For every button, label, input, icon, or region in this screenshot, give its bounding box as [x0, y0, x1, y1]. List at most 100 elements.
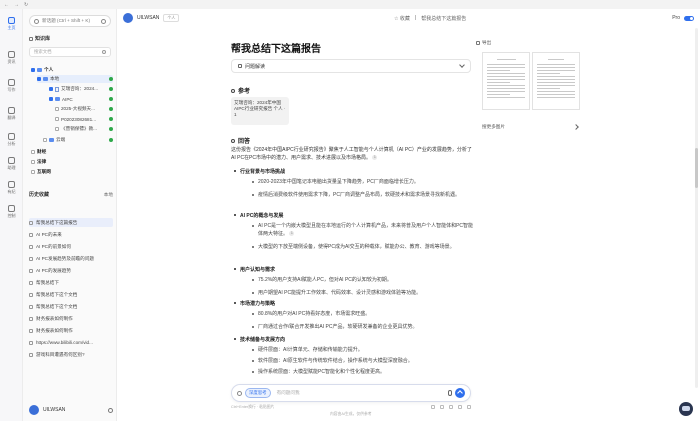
avatar[interactable] [29, 405, 39, 415]
tree-finance[interactable]: 财经 [31, 148, 46, 156]
sync-status-icon [109, 97, 113, 101]
doc-thumbnail[interactable] [482, 52, 530, 110]
tree-local[interactable]: 本地 [37, 75, 113, 83]
section-bullet: 用户期望AI PC能提升工作效率、代码效率、设计灵感和游戏体验等功能。 [252, 289, 473, 297]
section-heading: 用户认知与需求 [233, 267, 276, 273]
history-item[interactable]: AI PC的前景如何 [29, 242, 113, 251]
checkbox[interactable] [31, 68, 35, 72]
checkbox[interactable] [55, 127, 59, 131]
checkbox[interactable] [49, 97, 53, 101]
like-icon[interactable] [449, 405, 453, 409]
tree-doc[interactable]: P02023082681... [55, 115, 113, 123]
section-bullet: 软件层面：AI原生软件与传统软件结合，操作系统与大模型深度融合。 [252, 357, 473, 365]
checkbox[interactable] [55, 107, 59, 111]
tree-cloud[interactable]: 云端 [43, 136, 113, 144]
dislike-icon[interactable] [458, 405, 462, 409]
history-filter[interactable]: 本地 [104, 192, 113, 198]
camera-icon[interactable] [101, 18, 106, 24]
assistant-bot-icon[interactable] [679, 402, 693, 416]
rail-write[interactable]: 写作 [0, 79, 23, 93]
section-heading: 市场潜力与策略 [233, 301, 276, 307]
deep-think-toggle[interactable]: 深度思考 [245, 388, 271, 398]
history-item[interactable]: AI PC发展趋势及前瞻的问题 [29, 254, 113, 263]
control-icon [8, 205, 15, 212]
forward-icon[interactable]: → [14, 2, 19, 8]
scrollbar[interactable] [695, 28, 698, 388]
window-titlebar: ← → ↻ [0, 0, 700, 9]
pro-label: Pro [672, 15, 680, 21]
tree-doc[interactable]: 《营销保镖》教... [55, 125, 113, 133]
pro-toggle[interactable] [684, 15, 694, 21]
history-item[interactable]: 帮我总结下这篇报告 [29, 218, 113, 227]
chat-icon [29, 244, 33, 249]
collect-button[interactable]: ☆ 收藏 [394, 15, 410, 22]
rail-news[interactable]: 资讯 [0, 51, 23, 65]
history-item[interactable]: 游戏科目遭遇有何区别? [29, 350, 113, 359]
rail-translate[interactable]: 翻译 [0, 107, 23, 121]
reference-card[interactable]: 艾瑞咨询：2024年中国AIPC行业研究报告 个人 · 1 [231, 97, 289, 125]
tree-doc[interactable]: 艾瑞咨询：2024... [49, 85, 113, 93]
record-icon [8, 181, 15, 188]
chat-input[interactable]: 有问题问我 [277, 390, 300, 396]
section-bullet: 厂商通过合作/联合开发推出AI PC产品，软硬研发兼备的企业更具优势。 [252, 323, 473, 331]
rail-control[interactable]: 控制 [0, 205, 23, 219]
checkbox[interactable] [55, 117, 59, 121]
tree-doc[interactable]: 2025-大视频天... [55, 105, 113, 113]
citation-icon[interactable]: 1 [372, 155, 378, 161]
share-icon[interactable] [440, 405, 444, 409]
history-item[interactable]: https://www.bilibili.com/vid... [29, 338, 113, 347]
tree-aipc[interactable]: AIPC [49, 95, 113, 103]
checkbox[interactable] [31, 170, 35, 174]
new-chat-button[interactable]: 新话题 (Ctrl + Shift + K) [29, 15, 111, 27]
attachment-icon[interactable] [237, 390, 242, 396]
scrollbar-thumb[interactable] [695, 148, 698, 188]
send-button[interactable] [455, 388, 465, 398]
history-item[interactable]: 帮我总结下这个文档 [29, 290, 113, 299]
section-heading: AI PC的概念与发展 [233, 213, 284, 219]
tree-law[interactable]: 法律 [31, 158, 46, 166]
back-icon[interactable]: ← [4, 2, 9, 8]
copy-icon[interactable] [431, 405, 435, 409]
section-heading: 技术储备与发展方向 [233, 337, 286, 343]
history-item[interactable]: 帮我总结下这个文档 [29, 302, 113, 311]
citation-icon[interactable]: 1 [289, 231, 295, 237]
more-images-link[interactable]: 搜更多图片 [482, 124, 579, 130]
section-bullet: 疫情后消费级软件使用需求下降，PC厂商调整产品布局，软硬技术和需求场景寻找新机遇… [252, 191, 473, 199]
chat-title: 帮我总结下这篇报告 [421, 15, 467, 22]
document-icon [55, 86, 59, 92]
answer-heading: 回答 [231, 136, 250, 145]
rail-analysis[interactable]: 分析 [0, 133, 23, 147]
gear-icon[interactable] [108, 407, 113, 413]
checkbox[interactable] [43, 138, 47, 142]
checkbox[interactable] [31, 150, 35, 154]
rail-assistant[interactable]: 助理 [0, 157, 23, 171]
microphone-icon[interactable] [448, 390, 452, 396]
checkbox[interactable] [37, 77, 41, 81]
history-item[interactable]: 财务报表如何制作 [29, 314, 113, 323]
refresh-icon[interactable]: ↻ [24, 2, 28, 8]
history-item[interactable]: AI PC的未来 [29, 230, 113, 239]
checkbox[interactable] [49, 87, 53, 91]
export-button[interactable]: 导出 [476, 40, 491, 46]
user-footer[interactable]: UILWSAN [29, 404, 113, 416]
folder-icon [49, 138, 54, 142]
arrow-right-icon [573, 124, 579, 130]
history-item[interactable]: 财务报表如何制作 [29, 326, 113, 335]
rail-home[interactable]: 主页 [0, 17, 23, 31]
sync-status-icon [109, 77, 113, 81]
tree-internet[interactable]: 互联网 [31, 168, 51, 176]
folder-icon [55, 97, 60, 101]
analysis-dropdown[interactable]: 问题解读 [231, 59, 471, 73]
tree-personal[interactable]: 个人 [31, 66, 53, 74]
section-bullet: 大模型的下放至端侧设备，使得PC成为AI交互的种载体，赋能办公、教育、游戏等场景… [252, 243, 473, 251]
chat-composer: 深度思考 有问题问我 [231, 384, 471, 402]
doc-thumbnail[interactable] [532, 52, 580, 110]
checkbox[interactable] [31, 160, 35, 164]
history-item[interactable]: AI PC的发展趋势 [29, 266, 113, 275]
more-icon[interactable] [467, 405, 471, 409]
section-bullet: AI PC是一个内嵌大模型且能在本地运行的个人计算机产品，未来将普及用户个人智能… [252, 223, 474, 237]
history-item[interactable]: 帮我总结下 [29, 278, 113, 287]
avatar[interactable] [123, 13, 133, 23]
doc-search-input[interactable]: 搜索文档 [29, 47, 111, 57]
rail-record[interactable]: 有纪 [0, 181, 23, 195]
